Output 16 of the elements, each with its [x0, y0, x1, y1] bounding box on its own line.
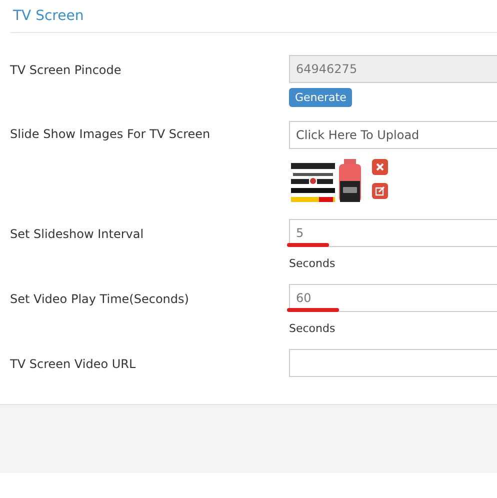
section-title: TV Screen [10, 8, 497, 33]
unit-text: Seconds [289, 257, 336, 270]
field-label: Set Video Play Time(Seconds) [10, 291, 190, 308]
edit-button[interactable] [372, 183, 388, 199]
field-label: TV Screen Pincode [10, 62, 122, 79]
upload-field[interactable]: Click Here To Upload [289, 121, 497, 149]
field-label: Slide Show Images For TV Screen [10, 126, 212, 143]
number-field[interactable]: 60 [289, 284, 497, 312]
delete-button[interactable] [372, 159, 388, 175]
number-field[interactable]: 5 [289, 219, 497, 247]
url-field[interactable] [289, 349, 497, 377]
close-icon [376, 163, 384, 171]
field-label: Set Slideshow Interval [10, 226, 145, 243]
edit-icon [375, 186, 385, 196]
field-label: TV Screen Video URL [10, 356, 137, 373]
unit-text: Seconds [289, 322, 336, 335]
